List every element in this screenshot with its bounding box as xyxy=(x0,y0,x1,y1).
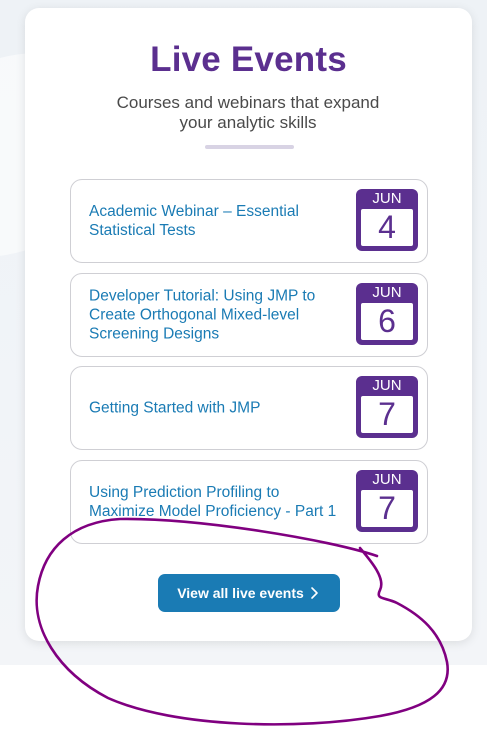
event-item[interactable]: Getting Started with JMP JUN 7 xyxy=(70,366,428,450)
date-month: JUN xyxy=(372,471,402,488)
view-all-label: View all live events xyxy=(177,585,304,601)
date-day-box: 7 xyxy=(361,396,413,433)
calendar-date-badge: JUN 7 xyxy=(356,470,418,532)
date-month: JUN xyxy=(372,284,402,301)
card-title: Live Events xyxy=(150,40,347,79)
date-day-box: 7 xyxy=(361,490,413,527)
calendar-date-badge: JUN 4 xyxy=(356,189,418,251)
date-day-box: 4 xyxy=(361,209,413,246)
date-day-box: 6 xyxy=(361,303,413,340)
calendar-date-badge: JUN 6 xyxy=(356,283,418,345)
date-day: 6 xyxy=(378,303,396,339)
event-title-link[interactable]: Using Prediction Profiling to Maximize M… xyxy=(89,483,339,521)
event-item[interactable]: Developer Tutorial: Using JMP to Create … xyxy=(70,273,428,357)
calendar-date-badge: JUN 7 xyxy=(356,376,418,438)
event-title-link[interactable]: Getting Started with JMP xyxy=(89,399,339,418)
date-month: JUN xyxy=(372,190,402,207)
event-title-link[interactable]: Academic Webinar – Essential Statistical… xyxy=(89,202,339,240)
chevron-right-icon xyxy=(310,587,318,599)
date-day: 7 xyxy=(378,396,396,432)
event-title-link[interactable]: Developer Tutorial: Using JMP to Create … xyxy=(89,287,339,344)
view-all-live-events-button[interactable]: View all live events xyxy=(158,574,340,612)
date-day: 7 xyxy=(378,490,396,526)
date-month: JUN xyxy=(372,377,402,394)
event-item[interactable]: Using Prediction Profiling to Maximize M… xyxy=(70,460,428,544)
event-item[interactable]: Academic Webinar – Essential Statistical… xyxy=(70,179,428,263)
live-events-card: Live Events Courses and webinars that ex… xyxy=(25,8,472,641)
title-divider xyxy=(205,145,294,149)
card-subtitle: Courses and webinars that expand your an… xyxy=(116,93,380,132)
date-day: 4 xyxy=(378,209,396,245)
